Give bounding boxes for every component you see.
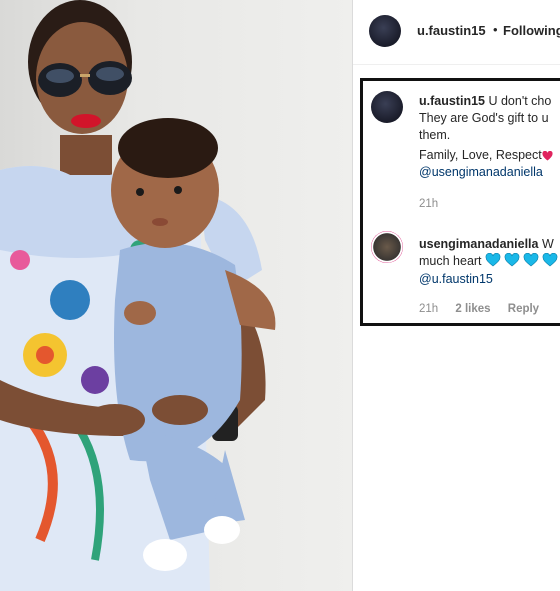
comment-mention[interactable]: @u.faustin15 xyxy=(419,271,493,288)
comment-time[interactable]: 21h xyxy=(419,303,438,315)
comment-avatar[interactable] xyxy=(371,91,403,123)
comment-meta: 21h 2 likes Reply xyxy=(419,303,553,315)
following-button[interactable]: Following xyxy=(503,23,560,38)
header-separator: • xyxy=(493,22,498,37)
post-header: u.faustin15 • Following xyxy=(353,0,560,65)
comment-line: usengimanadaniella W xyxy=(419,236,554,253)
comment-text: W xyxy=(541,237,554,251)
comment-avatar[interactable] xyxy=(371,231,403,263)
comment-text: Family, Love, Respect xyxy=(419,148,542,162)
post-photo[interactable] xyxy=(0,0,352,591)
comment-text-line: them. xyxy=(419,128,451,142)
post-photo-illustration xyxy=(0,0,276,591)
comment-likes[interactable]: 2 likes xyxy=(455,303,490,315)
panel-divider xyxy=(352,0,353,591)
comment-username[interactable]: u.faustin15 xyxy=(419,94,485,108)
comment-text-line: They are God's gift to u xyxy=(419,111,549,125)
comment-text-line: much heart xyxy=(419,253,560,270)
comment-line: u.faustin15 U don't cho xyxy=(419,93,551,110)
comment-mention[interactable]: @usengimanadaniella xyxy=(419,164,543,181)
author-avatar[interactable] xyxy=(369,15,401,47)
author-username[interactable]: u.faustin15 xyxy=(417,23,486,38)
comment-text: U don't cho xyxy=(488,94,552,108)
comment-username[interactable]: usengimanadaniella xyxy=(419,237,538,251)
comment-text: much heart xyxy=(419,254,482,268)
comment-text-line: Family, Love, Respect xyxy=(419,147,553,164)
red-heart-icon xyxy=(542,151,553,161)
comment-meta: 21h xyxy=(419,198,452,210)
reply-button[interactable]: Reply xyxy=(508,303,539,315)
highlighted-comments-box: u.faustin15 U don't cho They are God's g… xyxy=(360,78,560,326)
blue-hearts-icon xyxy=(485,253,558,267)
comment-time[interactable]: 21h xyxy=(419,198,438,210)
